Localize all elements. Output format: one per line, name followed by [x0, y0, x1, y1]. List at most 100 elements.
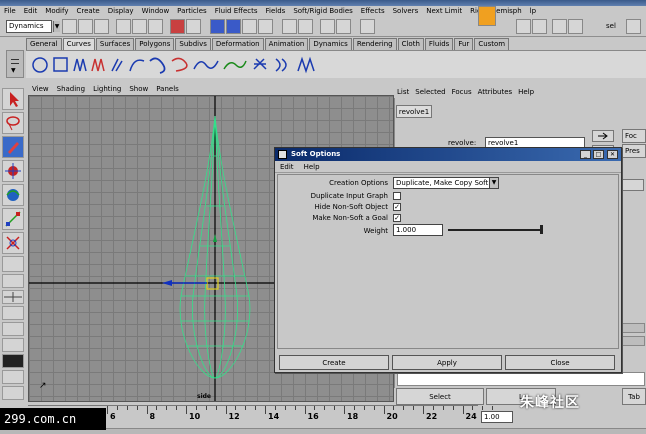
- offset-curve-icon[interactable]: [253, 58, 267, 70]
- snap-grid-icon[interactable]: [210, 19, 225, 34]
- manipulator-tool-icon[interactable]: [2, 232, 24, 254]
- shelf-tab[interactable]: Polygons: [135, 38, 175, 50]
- weight-field[interactable]: 1.000: [393, 224, 443, 236]
- shelf-tab[interactable]: General: [26, 38, 62, 50]
- channel-box-icon[interactable]: [532, 19, 547, 34]
- close-icon[interactable]: ✕: [607, 150, 618, 159]
- dialog-menu-item[interactable]: Help: [299, 162, 325, 172]
- render-icon[interactable]: [298, 19, 313, 34]
- input-output-icon[interactable]: [360, 19, 375, 34]
- layout-side-icon[interactable]: [2, 306, 24, 320]
- paint-select-tool-icon[interactable]: [2, 136, 24, 158]
- select-button[interactable]: Select: [396, 388, 484, 405]
- circle-curve-icon[interactable]: [32, 57, 48, 73]
- layout-outliner-icon[interactable]: [2, 338, 24, 352]
- shelf-tab[interactable]: Custom: [474, 38, 510, 50]
- viewport-menu-item[interactable]: Panels: [152, 83, 183, 95]
- menu-item[interactable]: Soft/Rigid Bodies: [289, 6, 356, 17]
- menu-item[interactable]: Edit: [20, 6, 42, 17]
- select-tool-icon[interactable]: [2, 88, 24, 110]
- last-tool-icon[interactable]: [2, 256, 24, 272]
- current-time-field[interactable]: 1.00: [481, 411, 513, 423]
- attribute-go-icon[interactable]: [622, 179, 644, 191]
- menu-item[interactable]: Fluid Effects: [211, 6, 262, 17]
- viewport-menu-item[interactable]: Shading: [53, 83, 89, 95]
- weight-slider-handle[interactable]: [540, 225, 543, 234]
- shelf-tab[interactable]: Rendering: [352, 38, 397, 50]
- layout-four-icon[interactable]: [2, 290, 24, 304]
- loft-icon[interactable]: [297, 56, 315, 74]
- hide-non-soft-checkbox[interactable]: ✓: [393, 203, 401, 211]
- viewport-menu-item[interactable]: View: [28, 83, 53, 95]
- tab-revolve1[interactable]: revolve1: [396, 105, 432, 118]
- menu-item[interactable]: Solvers: [389, 6, 423, 17]
- menu-item[interactable]: Particles: [173, 6, 211, 17]
- shelf-menu-button[interactable]: ▼: [6, 50, 24, 78]
- scale-tool-icon[interactable]: [2, 208, 24, 230]
- select-component-icon[interactable]: [148, 19, 163, 34]
- pencil-curve-icon[interactable]: [111, 58, 123, 72]
- minimize-icon[interactable]: _: [580, 150, 591, 159]
- attribute-editor-menu-item[interactable]: Help: [515, 86, 537, 98]
- duplicate-input-graph-checkbox[interactable]: [393, 192, 401, 200]
- ep-curve-icon[interactable]: [91, 58, 105, 72]
- revolve-icon[interactable]: [275, 58, 287, 72]
- menu-item[interactable]: Fields: [262, 6, 290, 17]
- focus-button[interactable]: Foc: [622, 129, 646, 143]
- toggle-layout-icon[interactable]: [552, 19, 567, 34]
- save-scene-icon[interactable]: [94, 19, 109, 34]
- layout-graph-icon[interactable]: [2, 322, 24, 336]
- snap-view-icon[interactable]: [258, 19, 273, 34]
- move-tool-icon[interactable]: [2, 160, 24, 182]
- ipr-render-icon[interactable]: [320, 19, 335, 34]
- layout-hypergraph-icon[interactable]: [2, 370, 24, 384]
- close-button[interactable]: Close: [505, 355, 615, 370]
- rebuild-curve-icon[interactable]: [223, 60, 247, 70]
- copy-tab-button[interactable]: Tab: [622, 388, 646, 405]
- lasso-tool-icon[interactable]: [2, 112, 24, 134]
- menu-item[interactable]: File: [0, 6, 20, 17]
- attribute-editor-menu-item[interactable]: Focus: [449, 86, 475, 98]
- arc-icon[interactable]: [129, 59, 145, 72]
- square-curve-icon[interactable]: [53, 57, 68, 72]
- attribute-editor-menu-item[interactable]: Selected: [412, 86, 448, 98]
- shelf-tab[interactable]: Curves: [62, 38, 95, 50]
- layout-persp-icon[interactable]: [2, 386, 24, 400]
- shelf-tab[interactable]: Animation: [264, 38, 309, 50]
- mask-joints-icon[interactable]: [186, 19, 201, 34]
- shelf-tab[interactable]: Deformation: [211, 38, 264, 50]
- history-icon[interactable]: [282, 19, 297, 34]
- arc-two-point-icon[interactable]: [149, 57, 166, 74]
- creation-options-select[interactable]: Duplicate, Make Copy Soft ▼: [393, 177, 499, 189]
- viewport-menu-item[interactable]: Lighting: [89, 83, 125, 95]
- open-scene-icon[interactable]: [78, 19, 93, 34]
- presets-button[interactable]: Pres: [622, 144, 646, 158]
- layout-render-icon[interactable]: [2, 354, 24, 368]
- shelf-tab[interactable]: Fur: [454, 38, 474, 50]
- menu-item[interactable]: Modify: [41, 6, 72, 17]
- weight-slider[interactable]: [448, 229, 543, 231]
- go-to-output-icon[interactable]: [592, 130, 614, 142]
- menu-item[interactable]: Next Limit: [422, 6, 466, 17]
- layout-single-icon[interactable]: [2, 274, 24, 288]
- maximize-icon[interactable]: □: [593, 150, 604, 159]
- make-goal-checkbox[interactable]: ✓: [393, 214, 401, 222]
- viewport-menu-item[interactable]: Show: [125, 83, 152, 95]
- apply-button[interactable]: Apply: [392, 355, 502, 370]
- attach-curves-icon[interactable]: [171, 57, 188, 72]
- menu-set-select[interactable]: Dynamics ▼: [6, 20, 60, 33]
- mask-handles-icon[interactable]: [170, 19, 185, 34]
- menu-item[interactable]: Create: [72, 6, 103, 17]
- quick-select-icon[interactable]: [626, 19, 641, 34]
- rotate-tool-icon[interactable]: [2, 184, 24, 206]
- snap-point-icon[interactable]: [242, 19, 257, 34]
- select-object-icon[interactable]: [132, 19, 147, 34]
- menu-item[interactable]: Effects: [357, 6, 389, 17]
- shelf-tab[interactable]: Surfaces: [95, 38, 135, 50]
- shelf-tab[interactable]: Subdivs: [175, 38, 211, 50]
- select-hierarchy-icon[interactable]: [116, 19, 131, 34]
- hypershade-icon[interactable]: [516, 19, 531, 34]
- shelf-tab[interactable]: Fluids: [424, 38, 454, 50]
- menu-item[interactable]: Display: [104, 6, 138, 17]
- detach-curves-icon[interactable]: [193, 60, 219, 70]
